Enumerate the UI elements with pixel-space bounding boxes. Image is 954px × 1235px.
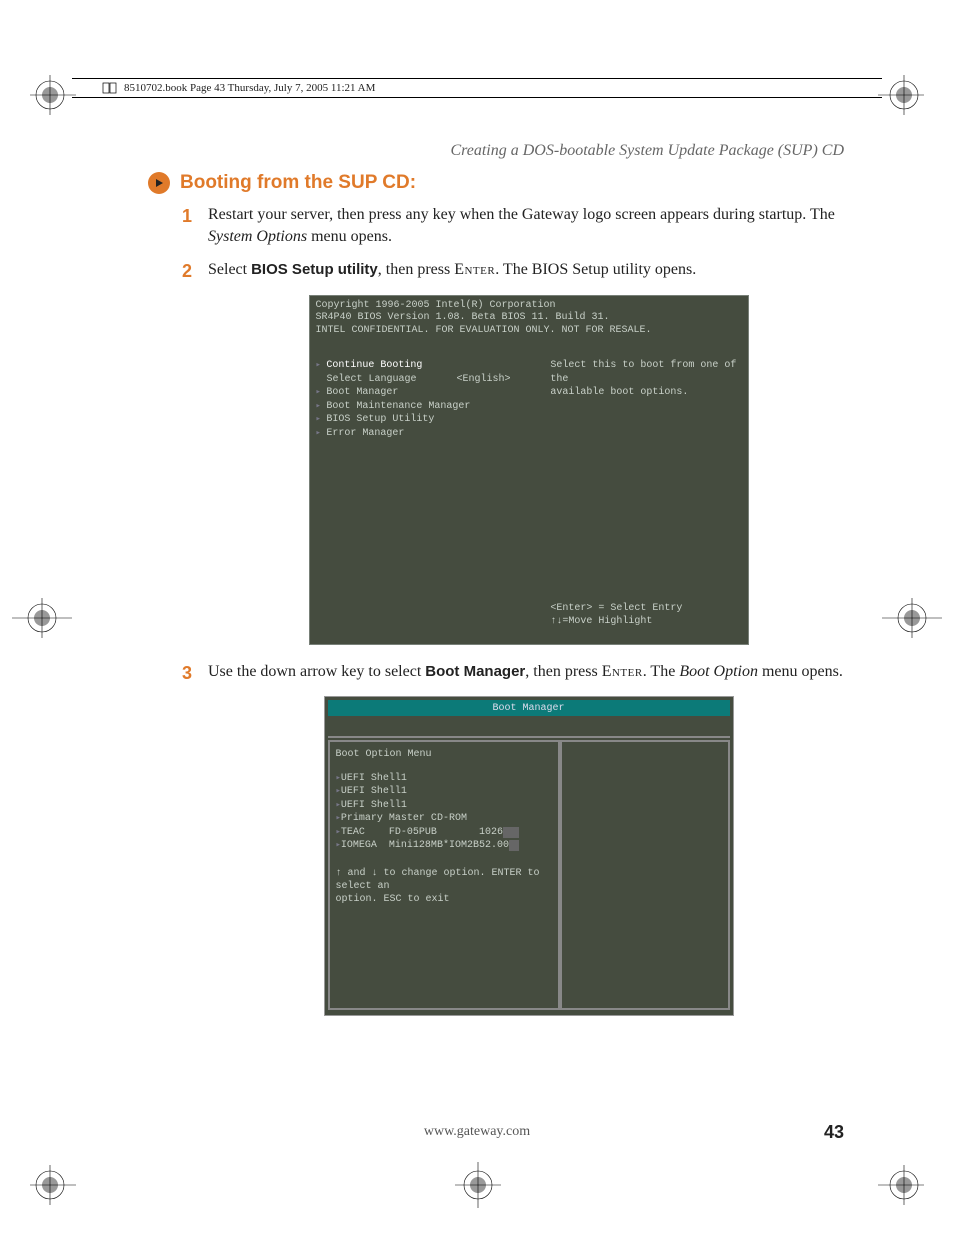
step-1: Restart your server, then press any key … [182, 204, 849, 247]
play-icon [148, 172, 170, 194]
crop-mark-icon [455, 1162, 501, 1208]
book-header-text: 8510702.book Page 43 Thursday, July 7, 2… [124, 82, 375, 94]
crop-mark-icon [30, 1159, 76, 1205]
screenshot-boot-manager: Boot Manager Boot Option Menu UEFI Shell… [324, 696, 734, 1016]
book-header: 8510702.book Page 43 Thursday, July 7, 2… [72, 78, 882, 98]
crop-mark-icon [878, 1159, 924, 1205]
section-title: Booting from the SUP CD: [180, 172, 416, 194]
book-icon [102, 81, 118, 95]
screenshot-system-options: Copyright 1996-2005 Intel(R) Corporation… [309, 295, 749, 645]
boot-manager-title: Boot Manager [328, 700, 730, 716]
footer-url: www.gateway.com [424, 1124, 530, 1139]
step-3: Use the down arrow key to select Boot Ma… [182, 661, 849, 1017]
crop-mark-icon [878, 75, 924, 121]
page-number: 43 [824, 1122, 844, 1143]
running-head: Creating a DOS-bootable System Update Pa… [450, 142, 844, 160]
step-2: Select BIOS Setup utility, then press En… [182, 259, 849, 645]
crop-mark-icon [30, 75, 76, 121]
crop-mark-icon [12, 598, 72, 638]
crop-mark-icon [882, 598, 942, 638]
